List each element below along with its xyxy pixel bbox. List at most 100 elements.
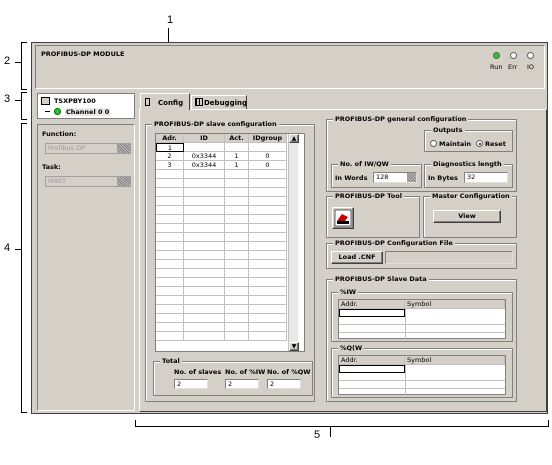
slave-cell[interactable] [184, 296, 225, 305]
slave-cell[interactable] [225, 197, 249, 206]
slave-cell-selected[interactable]: 1 [156, 143, 184, 152]
slave-cell[interactable] [156, 215, 184, 224]
function-dropdown-icon[interactable] [117, 144, 130, 153]
tree-device[interactable]: TSXPBY100 [54, 97, 96, 105]
slave-cell[interactable] [225, 323, 249, 332]
col-header-adr[interactable]: Adr. [156, 134, 184, 143]
slave-cell[interactable] [225, 305, 249, 314]
slave-cell[interactable] [156, 233, 184, 242]
slave-cell[interactable] [225, 251, 249, 260]
slave-cell[interactable] [156, 242, 184, 251]
slave-cell[interactable]: 0x3344 [184, 161, 225, 170]
scroll-down-arrow-icon[interactable]: ▼ [289, 342, 299, 351]
slave-cell[interactable] [249, 179, 287, 188]
slave-cell[interactable] [156, 188, 184, 197]
slave-cell[interactable] [225, 143, 249, 152]
slave-cell[interactable] [184, 233, 225, 242]
nb-iwqw-select[interactable]: 128 [373, 172, 417, 183]
slave-cell[interactable]: 0 [249, 161, 287, 170]
slave-cell[interactable] [184, 215, 225, 224]
slave-cell[interactable] [184, 332, 225, 341]
slave-cell[interactable] [225, 332, 249, 341]
slave-cell[interactable] [249, 296, 287, 305]
task-select[interactable]: MAST [45, 176, 131, 187]
slave-cell[interactable] [184, 260, 225, 269]
slave-cell[interactable] [156, 332, 184, 341]
slave-cell[interactable]: 3 [156, 161, 184, 170]
slave-cell[interactable] [225, 314, 249, 323]
slave-cell[interactable] [225, 233, 249, 242]
slave-cell[interactable] [184, 323, 225, 332]
slave-cell[interactable] [249, 260, 287, 269]
slave-cell[interactable] [184, 197, 225, 206]
slave-cell[interactable] [156, 314, 184, 323]
slave-cell[interactable]: 2 [156, 152, 184, 161]
slave-cell[interactable] [184, 242, 225, 251]
slave-cell[interactable] [156, 287, 184, 296]
slave-cell[interactable] [225, 179, 249, 188]
slave-cell[interactable] [156, 269, 184, 278]
slave-cell[interactable] [156, 260, 184, 269]
col-header-idgroup[interactable]: IDgroup [249, 134, 287, 143]
slave-cell[interactable] [225, 278, 249, 287]
slave-cell[interactable] [184, 179, 225, 188]
slave-cell[interactable] [225, 269, 249, 278]
diag-length-input[interactable]: 32 [464, 172, 508, 183]
slave-cell[interactable]: 1 [225, 161, 249, 170]
task-dropdown-icon[interactable] [117, 177, 130, 186]
slave-cell[interactable] [249, 206, 287, 215]
slave-cell[interactable] [184, 224, 225, 233]
slave-cell[interactable] [156, 305, 184, 314]
slave-cell[interactable] [249, 242, 287, 251]
maintain-label[interactable]: Maintain [439, 140, 471, 148]
slave-cell[interactable] [156, 296, 184, 305]
slave-cell[interactable] [225, 188, 249, 197]
function-select[interactable]: Profibus DP [45, 143, 131, 154]
slave-cell[interactable] [184, 314, 225, 323]
slave-cell[interactable] [249, 251, 287, 260]
iw-col-symbol[interactable]: Symbol [405, 300, 505, 309]
slave-cell[interactable] [225, 260, 249, 269]
col-header-act[interactable]: Act. [225, 134, 249, 143]
slave-cell[interactable] [156, 224, 184, 233]
view-button[interactable]: View [433, 210, 501, 223]
qw-col-addr[interactable]: Addr. [339, 356, 405, 365]
slave-cell[interactable] [249, 188, 287, 197]
slave-cell[interactable] [184, 170, 225, 179]
nb-iwqw-dropdown-icon[interactable] [407, 173, 416, 182]
iw-selected-cell[interactable] [339, 309, 405, 317]
slave-cell[interactable] [156, 278, 184, 287]
slave-cell[interactable]: 1 [225, 152, 249, 161]
maintain-radio[interactable] [430, 140, 437, 147]
slave-cell[interactable] [156, 170, 184, 179]
slave-cell[interactable] [184, 287, 225, 296]
slave-cell[interactable] [156, 197, 184, 206]
reset-radio[interactable] [476, 140, 483, 147]
slave-cell[interactable] [225, 224, 249, 233]
slave-cell[interactable] [225, 296, 249, 305]
slave-cell[interactable] [249, 143, 287, 152]
slave-cell[interactable] [249, 224, 287, 233]
slave-cell[interactable] [156, 251, 184, 260]
slave-cell[interactable] [225, 242, 249, 251]
slave-cell[interactable] [184, 206, 225, 215]
slave-cell[interactable] [249, 269, 287, 278]
tab-config[interactable]: Config [140, 93, 190, 110]
slave-cell[interactable] [249, 323, 287, 332]
slave-cell[interactable] [249, 170, 287, 179]
slave-cell[interactable] [225, 206, 249, 215]
slave-cell[interactable] [156, 179, 184, 188]
tab-debugging[interactable]: Debugging [191, 95, 247, 109]
tree-channel[interactable]: Channel 0 0 [65, 108, 111, 116]
col-header-id[interactable]: ID [184, 134, 225, 143]
qw-col-symbol[interactable]: Symbol [405, 356, 505, 365]
slave-cell[interactable] [249, 215, 287, 224]
slave-cell[interactable] [249, 314, 287, 323]
slave-cell[interactable]: 0x3344 [184, 152, 225, 161]
slave-cell[interactable]: 0 [249, 152, 287, 161]
slave-cell[interactable] [184, 305, 225, 314]
slave-cell[interactable] [184, 269, 225, 278]
slave-cell[interactable] [156, 206, 184, 215]
slave-cell[interactable] [249, 197, 287, 206]
slave-cell[interactable] [184, 251, 225, 260]
